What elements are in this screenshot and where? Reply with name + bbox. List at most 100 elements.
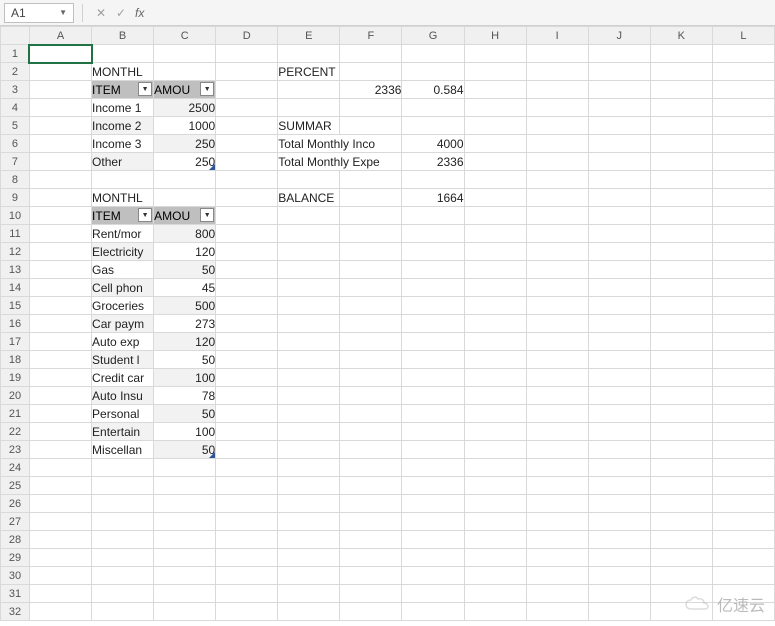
filter-dropdown-button[interactable]: ▼ (138, 208, 152, 222)
cell-K7[interactable] (650, 153, 712, 171)
cell-A31[interactable] (29, 585, 91, 603)
cell-B22[interactable]: Entertain (92, 423, 154, 441)
cell-C17[interactable]: 120 (154, 333, 216, 351)
cell-G30[interactable] (402, 567, 464, 585)
cell-F24[interactable] (340, 459, 402, 477)
cell-D15[interactable] (216, 297, 278, 315)
cell-H6[interactable] (464, 135, 526, 153)
cell-H25[interactable] (464, 477, 526, 495)
row-header-5[interactable]: 5 (1, 117, 30, 135)
cell-G24[interactable] (402, 459, 464, 477)
cell-G11[interactable] (402, 225, 464, 243)
cell-J12[interactable] (588, 243, 650, 261)
cell-L29[interactable] (712, 549, 774, 567)
cell-C11[interactable]: 800 (154, 225, 216, 243)
cell-L3[interactable] (712, 81, 774, 99)
cell-K6[interactable] (650, 135, 712, 153)
cell-L20[interactable] (712, 387, 774, 405)
cell-B14[interactable]: Cell phon (92, 279, 154, 297)
cell-D19[interactable] (216, 369, 278, 387)
cell-K4[interactable] (650, 99, 712, 117)
cell-A16[interactable] (29, 315, 91, 333)
cell-F21[interactable] (340, 405, 402, 423)
cell-K1[interactable] (650, 45, 712, 63)
cell-C9[interactable] (154, 189, 216, 207)
cell-G25[interactable] (402, 477, 464, 495)
row-header-28[interactable]: 28 (1, 531, 30, 549)
cell-B29[interactable] (92, 549, 154, 567)
cell-D22[interactable] (216, 423, 278, 441)
cell-J11[interactable] (588, 225, 650, 243)
cell-K12[interactable] (650, 243, 712, 261)
cell-B4[interactable]: Income 1 (92, 99, 154, 117)
cell-J6[interactable] (588, 135, 650, 153)
cell-B3[interactable]: ITEM▼ (92, 81, 154, 99)
cell-C27[interactable] (154, 513, 216, 531)
cell-G4[interactable] (402, 99, 464, 117)
cell-L25[interactable] (712, 477, 774, 495)
cell-C30[interactable] (154, 567, 216, 585)
cell-B12[interactable]: Electricity (92, 243, 154, 261)
cell-H5[interactable] (464, 117, 526, 135)
cell-E20[interactable] (278, 387, 340, 405)
cell-H29[interactable] (464, 549, 526, 567)
cell-G12[interactable] (402, 243, 464, 261)
row-header-13[interactable]: 13 (1, 261, 30, 279)
cell-H4[interactable] (464, 99, 526, 117)
cell-G21[interactable] (402, 405, 464, 423)
cell-E13[interactable] (278, 261, 340, 279)
cell-D26[interactable] (216, 495, 278, 513)
cell-H12[interactable] (464, 243, 526, 261)
cell-I29[interactable] (526, 549, 588, 567)
cell-G5[interactable] (402, 117, 464, 135)
cell-C23[interactable]: 50 (154, 441, 216, 459)
cell-B7[interactable]: Other (92, 153, 154, 171)
cell-G16[interactable] (402, 315, 464, 333)
cell-J10[interactable] (588, 207, 650, 225)
cell-I7[interactable] (526, 153, 588, 171)
cell-L19[interactable] (712, 369, 774, 387)
cell-L11[interactable] (712, 225, 774, 243)
row-header-29[interactable]: 29 (1, 549, 30, 567)
cell-A5[interactable] (29, 117, 91, 135)
cell-L2[interactable] (712, 63, 774, 81)
cell-I27[interactable] (526, 513, 588, 531)
cell-A11[interactable] (29, 225, 91, 243)
cell-H21[interactable] (464, 405, 526, 423)
cell-C15[interactable]: 500 (154, 297, 216, 315)
cell-L12[interactable] (712, 243, 774, 261)
cell-F22[interactable] (340, 423, 402, 441)
cell-B11[interactable]: Rent/mor (92, 225, 154, 243)
cell-H23[interactable] (464, 441, 526, 459)
cell-I21[interactable] (526, 405, 588, 423)
column-header-J[interactable]: J (588, 27, 650, 45)
cell-C12[interactable]: 120 (154, 243, 216, 261)
cell-H28[interactable] (464, 531, 526, 549)
cell-E10[interactable] (278, 207, 340, 225)
cell-L31[interactable] (712, 585, 774, 603)
row-header-23[interactable]: 23 (1, 441, 30, 459)
cell-E12[interactable] (278, 243, 340, 261)
cell-G6[interactable]: 4000 (402, 135, 464, 153)
cell-G26[interactable] (402, 495, 464, 513)
cell-I23[interactable] (526, 441, 588, 459)
cell-J29[interactable] (588, 549, 650, 567)
cell-B27[interactable] (92, 513, 154, 531)
cell-C16[interactable]: 273 (154, 315, 216, 333)
cell-L21[interactable] (712, 405, 774, 423)
cell-C13[interactable]: 50 (154, 261, 216, 279)
spreadsheet-grid[interactable]: ABCDEFGHIJKL12MONTHLPERCENT3ITEM▼AMOU▼23… (0, 26, 775, 626)
cell-L23[interactable] (712, 441, 774, 459)
row-header-3[interactable]: 3 (1, 81, 30, 99)
cell-E2[interactable]: PERCENT (278, 63, 340, 81)
cell-I5[interactable] (526, 117, 588, 135)
cell-H8[interactable] (464, 171, 526, 189)
cell-C18[interactable]: 50 (154, 351, 216, 369)
cell-L13[interactable] (712, 261, 774, 279)
cell-E11[interactable] (278, 225, 340, 243)
cell-L7[interactable] (712, 153, 774, 171)
cell-J7[interactable] (588, 153, 650, 171)
cell-G31[interactable] (402, 585, 464, 603)
cell-K20[interactable] (650, 387, 712, 405)
cell-B16[interactable]: Car paym (92, 315, 154, 333)
